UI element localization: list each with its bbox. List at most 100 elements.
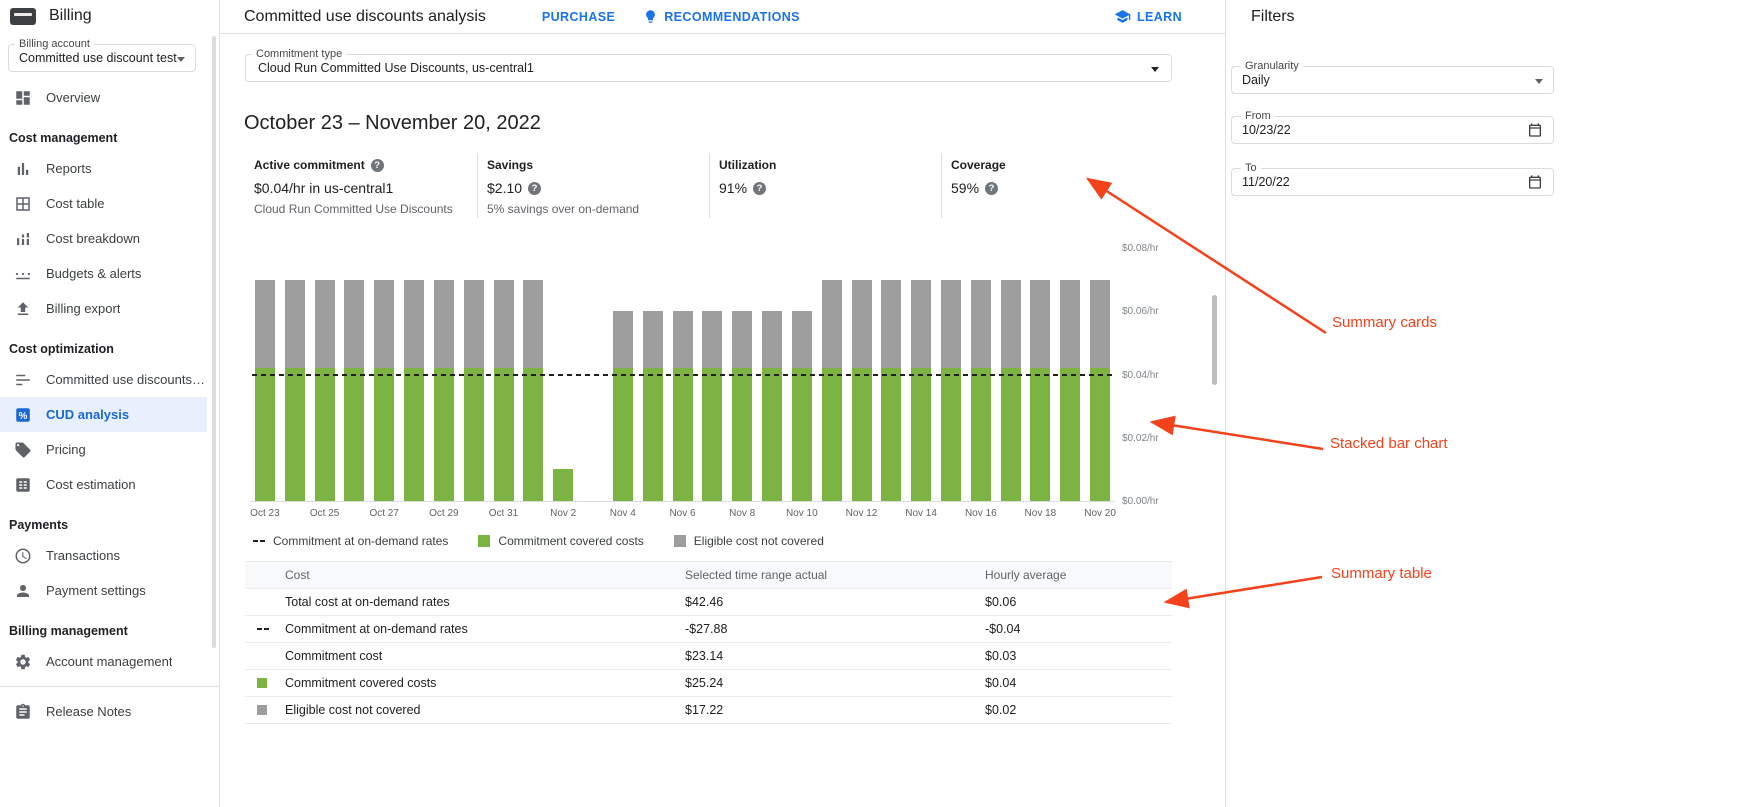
bar-eligible-not-covered[interactable]: [852, 280, 872, 369]
bar-commitment-covered[interactable]: [523, 368, 543, 501]
bar-commitment-covered[interactable]: [255, 368, 275, 501]
bar-eligible-not-covered[interactable]: [464, 280, 484, 369]
bar-eligible-not-covered[interactable]: [971, 280, 991, 369]
bar-commitment-covered[interactable]: [732, 368, 752, 501]
help-icon[interactable]: ?: [985, 182, 998, 195]
sidebar-item-committed-use-discounts[interactable]: Committed use discounts…: [0, 362, 207, 397]
calendar-icon[interactable]: [1527, 122, 1543, 138]
row-label: Commitment covered costs: [285, 676, 685, 690]
date-to-input[interactable]: To 11/20/22: [1231, 168, 1554, 196]
bar-commitment-covered[interactable]: [881, 368, 901, 501]
learn-button[interactable]: LEARN: [1114, 8, 1182, 25]
summary-card-savings: Savings$2.10?5% savings over on-demand: [477, 153, 709, 218]
sidebar-item-overview[interactable]: Overview: [0, 80, 207, 115]
bar-eligible-not-covered[interactable]: [792, 311, 812, 368]
bar-eligible-not-covered[interactable]: [1001, 280, 1021, 369]
bar-commitment-covered[interactable]: [1001, 368, 1021, 501]
bar-eligible-not-covered[interactable]: [881, 280, 901, 369]
sidebar-item-cost-estimation[interactable]: Cost estimation: [0, 467, 207, 502]
main-scrollbar[interactable]: [1212, 295, 1217, 385]
table-header-row: CostSelected time range actualHourly ave…: [245, 561, 1172, 589]
bar-eligible-not-covered[interactable]: [911, 280, 931, 369]
bar-commitment-covered[interactable]: [1030, 368, 1050, 501]
bar-commitment-covered[interactable]: [494, 368, 514, 501]
bar-eligible-not-covered[interactable]: [434, 280, 454, 369]
bar-commitment-covered[interactable]: [852, 368, 872, 501]
bar-commitment-covered[interactable]: [553, 469, 573, 501]
granularity-select[interactable]: Granularity Daily: [1231, 66, 1554, 94]
purchase-button[interactable]: PURCHASE: [542, 10, 615, 24]
bar-eligible-not-covered[interactable]: [762, 311, 782, 368]
bar-commitment-covered[interactable]: [911, 368, 931, 501]
row-actual: $23.14: [685, 649, 985, 663]
legend-label: Commitment at on-demand rates: [273, 534, 448, 548]
sidebar-item-budgets-alerts[interactable]: Budgets & alerts: [0, 256, 207, 291]
sidebar-item-transactions[interactable]: Transactions: [0, 538, 207, 573]
bar-commitment-covered[interactable]: [344, 368, 364, 501]
filters-header: Filters: [1226, 0, 1764, 33]
bar-commitment-covered[interactable]: [315, 368, 335, 501]
bar-eligible-not-covered[interactable]: [315, 280, 335, 369]
sidebar-item-pricing[interactable]: Pricing: [0, 432, 207, 467]
help-icon[interactable]: ?: [753, 182, 766, 195]
bar-commitment-covered[interactable]: [792, 368, 812, 501]
sidebar-item-reports[interactable]: Reports: [0, 151, 207, 186]
bar-commitment-covered[interactable]: [613, 368, 633, 501]
bar-commitment-covered[interactable]: [464, 368, 484, 501]
bar-commitment-covered[interactable]: [1060, 368, 1080, 501]
sidebar-item-label: Cost breakdown: [46, 231, 140, 246]
bar-commitment-covered[interactable]: [374, 368, 394, 501]
commitment-type-select[interactable]: Commitment type Cloud Run Committed Use …: [245, 54, 1172, 82]
bar-commitment-covered[interactable]: [941, 368, 961, 501]
bar-commitment-covered[interactable]: [434, 368, 454, 501]
bar-eligible-not-covered[interactable]: [494, 280, 514, 369]
sidebar-item-release-notes[interactable]: Release Notes: [0, 694, 207, 729]
sidebar-item-label: Release Notes: [46, 704, 131, 719]
bar-eligible-not-covered[interactable]: [613, 311, 633, 368]
bar-commitment-covered[interactable]: [285, 368, 305, 501]
bar-eligible-not-covered[interactable]: [941, 280, 961, 369]
bar-eligible-not-covered[interactable]: [1090, 280, 1110, 369]
bar-eligible-not-covered[interactable]: [732, 311, 752, 368]
bar-eligible-not-covered[interactable]: [643, 311, 663, 368]
sidebar-item-cost-breakdown[interactable]: Cost breakdown: [0, 221, 207, 256]
bar-eligible-not-covered[interactable]: [702, 311, 722, 368]
help-icon[interactable]: ?: [371, 159, 384, 172]
sidebar-item-cud-analysis[interactable]: %CUD analysis: [0, 397, 207, 432]
sidebar-item-account-management[interactable]: Account management: [0, 644, 207, 679]
recommendations-button[interactable]: RECOMMENDATIONS: [643, 9, 800, 24]
sidebar-item-billing-export[interactable]: Billing export: [0, 291, 207, 326]
sidebar-item-payment-settings[interactable]: Payment settings: [0, 573, 207, 608]
billing-account-select[interactable]: Billing account Committed use discount t…: [8, 44, 196, 72]
bar-eligible-not-covered[interactable]: [374, 280, 394, 369]
help-icon[interactable]: ?: [528, 182, 541, 195]
bar-eligible-not-covered[interactable]: [1060, 280, 1080, 369]
bar-eligible-not-covered[interactable]: [285, 280, 305, 369]
bar-commitment-covered[interactable]: [1090, 368, 1110, 501]
bar-eligible-not-covered[interactable]: [255, 280, 275, 369]
bar-eligible-not-covered[interactable]: [344, 280, 364, 369]
bar-eligible-not-covered[interactable]: [523, 280, 543, 369]
bar-commitment-covered[interactable]: [702, 368, 722, 501]
bar-commitment-covered[interactable]: [404, 368, 424, 501]
bar-commitment-covered[interactable]: [822, 368, 842, 501]
calendar-icon[interactable]: [1527, 174, 1543, 190]
filters-panel: Filters Granularity Daily From 10/23/22 …: [1225, 0, 1764, 807]
bar-eligible-not-covered[interactable]: [404, 280, 424, 369]
bar-commitment-covered[interactable]: [673, 368, 693, 501]
overview-icon: [14, 89, 32, 107]
row-hourly: -$0.04: [985, 622, 1172, 636]
table-row-eligible-cost-not-covered: Eligible cost not covered$17.22$0.02: [245, 697, 1172, 724]
sidebar-scrollbar[interactable]: [212, 36, 216, 648]
bar-eligible-not-covered[interactable]: [673, 311, 693, 368]
bar-eligible-not-covered[interactable]: [822, 280, 842, 369]
bar-eligible-not-covered[interactable]: [1030, 280, 1050, 369]
bar-commitment-covered[interactable]: [643, 368, 663, 501]
sidebar-item-cost-table[interactable]: Cost table: [0, 186, 207, 221]
bar-commitment-covered[interactable]: [762, 368, 782, 501]
cost-table-icon: [14, 195, 32, 213]
bar-commitment-covered[interactable]: [971, 368, 991, 501]
date-from-input[interactable]: From 10/23/22: [1231, 116, 1554, 144]
x-axis-label: Oct 27: [356, 508, 412, 519]
x-axis-label: Oct 29: [416, 508, 472, 519]
